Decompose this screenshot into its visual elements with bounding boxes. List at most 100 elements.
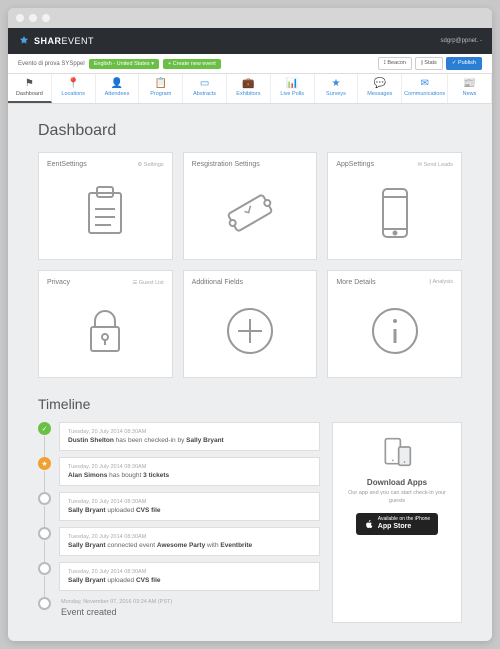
card-action[interactable]: ⚙ Settings xyxy=(137,162,163,168)
timeline-bullet xyxy=(38,562,51,575)
card-lock[interactable]: Privacy ☰ Guest List xyxy=(38,270,173,378)
timeline-text: Dustin Shelton has been checked-in by Sa… xyxy=(68,437,311,444)
dashboard-cards: EentSettings ⚙ Settings Resgistration Sett… xyxy=(38,152,462,378)
action-buttons: ⟟ Beacon ⫾ Stats ✓ Publish xyxy=(378,57,482,70)
tab-icon: ★ xyxy=(317,78,356,89)
timeline-text: Sally Bryant connected event Awesome Par… xyxy=(68,542,311,549)
timeline-bullet xyxy=(38,492,51,505)
card-title: Resgistration Settings xyxy=(192,161,260,168)
download-title: Download Apps xyxy=(343,478,451,487)
info-icon xyxy=(365,301,425,361)
tab-icon: ✉ xyxy=(404,78,445,89)
timeline-text: Alan Simons has bought 3 tickets xyxy=(68,472,311,479)
brand-logo[interactable]: SHAREVENT xyxy=(18,35,94,47)
user-menu[interactable]: sdgrp@ppnet. - xyxy=(441,38,482,44)
timeline-item: Monday, November 07, 2016 03:24 AM (PST)… xyxy=(38,597,320,617)
window-titlebar xyxy=(8,8,492,28)
app-window: SHAREVENT sdgrp@ppnet. - Evento di prova… xyxy=(8,8,492,641)
timeline-time: Tuesday, 20 July 2014 08:30AM xyxy=(68,464,311,470)
tab-icon: 📍 xyxy=(54,78,93,89)
beacon-button[interactable]: ⟟ Beacon xyxy=(378,57,412,70)
timeline-item: Tuesday, 20 July 2014 08:30AMSally Bryan… xyxy=(38,492,320,521)
timeline-entry: Tuesday, 20 July 2014 08:30AMSally Bryan… xyxy=(59,492,320,521)
top-bar: SHAREVENT sdgrp@ppnet. - xyxy=(8,28,492,54)
card-title: EentSettings xyxy=(47,161,87,168)
card-title: AppSettings xyxy=(336,161,374,168)
card-ticket[interactable]: Resgistration Settings xyxy=(183,152,318,260)
download-desc: Our app and you can start check-in your … xyxy=(343,490,451,505)
timeline-bullet: ✓ xyxy=(38,422,51,435)
timeline-entry: Tuesday, 20 July 2014 08:30AM Sally Bryan… xyxy=(59,562,320,591)
main-content: Dashboard EentSettings ⚙ Settings Resgistr… xyxy=(8,104,492,641)
card-title: Privacy xyxy=(47,279,70,286)
tab-dashboard[interactable]: ⚑Dashboard xyxy=(8,74,52,103)
devices-icon xyxy=(343,437,451,472)
tab-icon: 📊 xyxy=(273,78,312,89)
timeline-time: Tuesday, 20 July 2014 08:30AM xyxy=(68,534,311,540)
timeline-time: Monday, November 07, 2016 03:24 AM (PST) xyxy=(61,599,172,605)
timeline-list: ✓ Tuesday, 20 July 2014 08:30AM Dustin She… xyxy=(38,422,320,623)
tab-abstracts[interactable]: ▭Abstracts xyxy=(183,74,227,103)
download-apps-card: Download Apps Our app and you can start … xyxy=(332,422,462,623)
card-title: More Details xyxy=(336,279,375,286)
language-selector[interactable]: English - United States ▾ xyxy=(89,59,159,69)
tab-icon: 💬 xyxy=(360,78,399,89)
tab-news[interactable]: 📰News xyxy=(448,74,492,103)
card-action[interactable]: ☰ Guest List xyxy=(132,280,163,286)
card-clipboard[interactable]: EentSettings ⚙ Settings xyxy=(38,152,173,260)
timeline-time: Tuesday, 20 July 2014 08:30AM xyxy=(68,429,311,435)
logo-icon xyxy=(18,35,30,47)
card-action[interactable]: ✉ Send Leads xyxy=(418,162,454,168)
phone-icon xyxy=(365,183,425,243)
breadcrumb: Evento di prova SYSppel English - United… xyxy=(18,59,221,69)
tab-program[interactable]: 📋Program xyxy=(139,74,183,103)
card-info[interactable]: More Details ⫾ Analysis xyxy=(327,270,462,378)
timeline-text: Sally Bryant uploaded CVS file xyxy=(68,577,311,584)
card-phone[interactable]: AppSettings ✉ Send Leads xyxy=(327,152,462,260)
tab-icon: ▭ xyxy=(185,78,224,89)
timeline-title: Timeline xyxy=(38,396,462,412)
timeline-entry: Tuesday, 20 July 2014 08:30AM Sally Bryan… xyxy=(59,527,320,556)
plus-icon xyxy=(220,301,280,361)
tab-icon: ⚑ xyxy=(10,78,49,89)
tab-messages[interactable]: 💬Messages xyxy=(358,74,402,103)
timeline-text: Event created xyxy=(61,607,172,617)
lock-icon xyxy=(75,301,135,361)
create-event-button[interactable]: + Create new event xyxy=(163,59,221,69)
timeline-text: Sally Bryant uploaded CVS file xyxy=(68,507,311,514)
timeline-bullet: ★ xyxy=(38,457,51,470)
sub-bar: Evento di prova SYSppel English - United… xyxy=(8,54,492,74)
window-dot[interactable] xyxy=(16,14,24,22)
timeline-bullet xyxy=(38,527,51,540)
tab-live-polls[interactable]: 📊Live Polls xyxy=(271,74,315,103)
tab-attendees[interactable]: 👤Attendees xyxy=(96,74,140,103)
tab-locations[interactable]: 📍Locations xyxy=(52,74,96,103)
timeline-item: ★ Tuesday, 20 July 2014 08:30AM Alan Simon… xyxy=(38,457,320,486)
timeline-time: Tuesday, 20 July 2014 08:30AM xyxy=(68,569,311,575)
app-store-button[interactable]: Available on the iPhoneApp Store xyxy=(356,513,438,534)
page-title: Dashboard xyxy=(38,122,462,140)
timeline-entry: Monday, November 07, 2016 03:24 AM (PST)… xyxy=(59,597,172,617)
card-plus[interactable]: Additional Fields xyxy=(183,270,318,378)
tab-icon: 📋 xyxy=(141,78,180,89)
timeline-item: ✓ Tuesday, 20 July 2014 08:30AM Dustin She… xyxy=(38,422,320,451)
tab-icon: 💼 xyxy=(229,78,268,89)
card-action[interactable]: ⫾ Analysis xyxy=(430,279,453,286)
card-title: Additional Fields xyxy=(192,279,243,286)
timeline-item: Tuesday, 20 July 2014 08:30AM Sally Bryan… xyxy=(38,527,320,556)
stats-button[interactable]: ⫾ Stats xyxy=(415,57,443,70)
timeline-entry: Tuesday, 20 July 2014 08:30AM Alan Simons… xyxy=(59,457,320,486)
timeline-bullet xyxy=(38,597,51,610)
timeline-item: Tuesday, 20 July 2014 08:30AM Sally Bryan… xyxy=(38,562,320,591)
tab-exhibitors[interactable]: 💼Exhibitors xyxy=(227,74,271,103)
window-dot[interactable] xyxy=(29,14,37,22)
tab-surveys[interactable]: ★Surveys xyxy=(315,74,359,103)
tab-communications[interactable]: ✉Communications xyxy=(402,74,448,103)
window-dot[interactable] xyxy=(42,14,50,22)
ticket-icon xyxy=(220,183,280,243)
timeline-entry: Tuesday, 20 July 2014 08:30AM Dustin Shel… xyxy=(59,422,320,451)
tab-icon: 👤 xyxy=(98,78,137,89)
publish-button[interactable]: ✓ Publish xyxy=(446,57,482,70)
clipboard-icon xyxy=(75,183,135,243)
event-name[interactable]: Evento di prova SYSppel xyxy=(18,61,85,67)
